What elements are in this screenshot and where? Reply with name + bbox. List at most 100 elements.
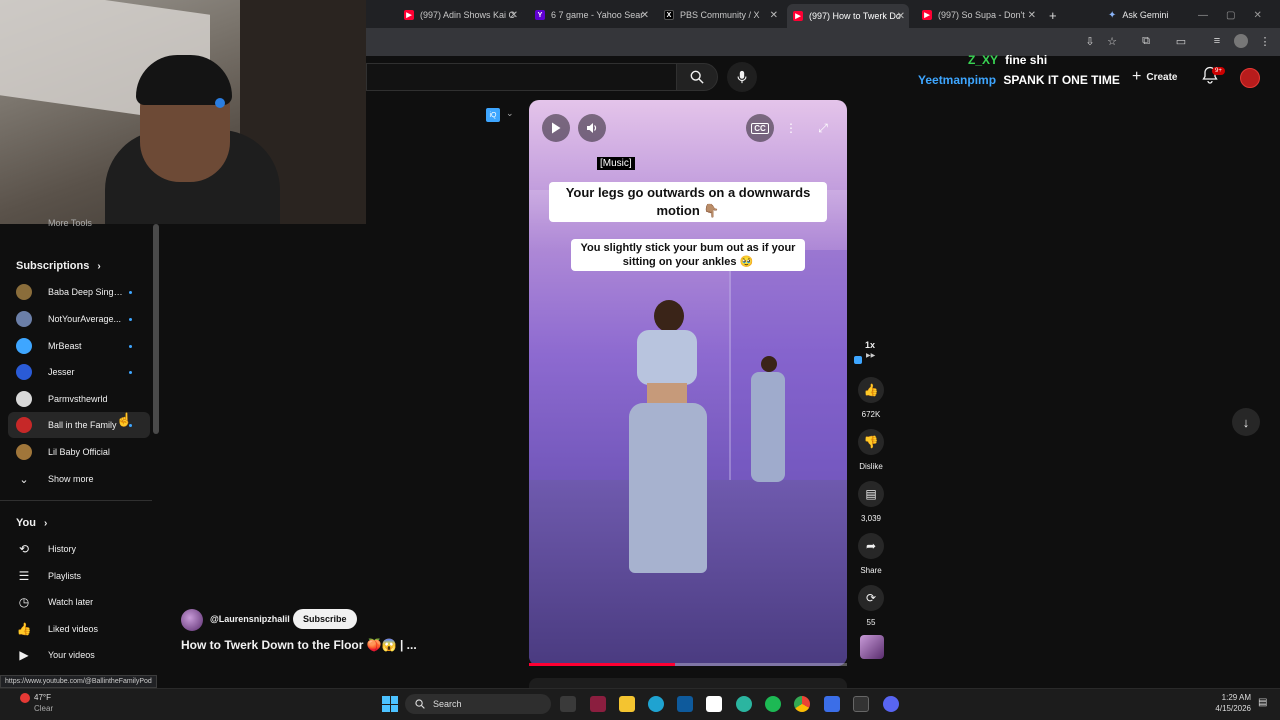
more-options-button[interactable]: ⋮ xyxy=(777,114,805,142)
dancer-top xyxy=(637,330,697,385)
comment-count: 3,039 xyxy=(860,514,882,523)
profile-icon[interactable] xyxy=(1234,34,1248,48)
sidebar-item-notyouraverage[interactable]: NotYourAverage... xyxy=(0,306,150,332)
voice-search-button[interactable] xyxy=(727,62,757,92)
search-button[interactable] xyxy=(676,63,718,91)
sidebar-item-parmvsthewrld[interactable]: Parmvsthewrld xyxy=(0,386,150,412)
earbud xyxy=(215,98,225,108)
chatgpt-icon[interactable] xyxy=(736,696,752,712)
channel-avatar xyxy=(16,284,32,300)
mirror xyxy=(729,250,847,490)
sidebar-item-history[interactable]: ⟲ History xyxy=(0,536,150,562)
game-app-icon[interactable] xyxy=(590,696,606,712)
channel-handle[interactable]: @Laurensnipzhalil xyxy=(210,614,290,624)
spotify-icon[interactable] xyxy=(765,696,781,712)
video-progress-fill xyxy=(529,663,675,666)
subscribe-button[interactable]: Subscribe xyxy=(293,609,357,629)
close-tab-icon[interactable]: ✕ xyxy=(770,10,778,21)
channel-avatar xyxy=(16,391,32,407)
like-button[interactable]: 👍 xyxy=(858,377,884,403)
search-input[interactable] xyxy=(366,63,676,91)
sidebar-item-more-tools[interactable]: More Tools xyxy=(0,218,150,238)
remix-icon: ⟳ xyxy=(865,591,877,605)
share-button[interactable]: ➦ xyxy=(858,533,884,559)
app-icon[interactable] xyxy=(824,696,840,712)
close-tab-icon[interactable]: ✕ xyxy=(897,11,905,22)
captions-button[interactable]: CC xyxy=(746,114,774,142)
dislike-button[interactable]: 👎 xyxy=(858,429,884,455)
next-video-button[interactable]: ↓ xyxy=(1232,408,1260,436)
discord-icon[interactable] xyxy=(883,696,899,712)
close-tab-icon[interactable]: ✕ xyxy=(510,10,518,21)
bookmark-star-icon[interactable]: ☆ xyxy=(1105,34,1119,48)
notification-center-icon[interactable]: ▤ xyxy=(1258,697,1270,709)
create-button[interactable]: + Create xyxy=(1132,66,1177,88)
chevron-down-icon[interactable]: ⌄ xyxy=(506,108,514,119)
like-icon: 👍 xyxy=(16,622,32,636)
window-controls[interactable]: — ▢ ✕ xyxy=(1198,4,1268,26)
sidebar-item-watch-later[interactable]: ◷ Watch later xyxy=(0,589,150,615)
tab-pbs-x[interactable]: X PBS Community / X ✕ xyxy=(664,4,778,26)
volume-button[interactable] xyxy=(578,114,606,142)
tab-how-to-twerk[interactable]: ▶ (997) How to Twerk Do ✕ xyxy=(787,4,909,28)
windows-start-icon[interactable] xyxy=(382,696,398,712)
install-icon[interactable]: ⇩ xyxy=(1083,34,1097,48)
channel-avatar[interactable] xyxy=(181,609,203,631)
nba-icon[interactable] xyxy=(706,696,722,712)
task-view-icon[interactable] xyxy=(560,696,576,712)
sidebar-item-lil-baby[interactable]: Lil Baby Official xyxy=(0,439,150,465)
obs-icon[interactable] xyxy=(853,696,869,712)
maximize-icon[interactable]: ▢ xyxy=(1226,10,1235,21)
media-controls-icon[interactable]: ≡ xyxy=(1210,34,1224,48)
minimize-icon[interactable]: — xyxy=(1198,10,1208,21)
tab-so-supa[interactable]: ▶ (997) So Supa - Don't ✕ xyxy=(922,4,1036,26)
file-explorer-icon[interactable] xyxy=(619,696,635,712)
tab-adin-shows[interactable]: ▶ (997) Adin Shows Kai C ✕ xyxy=(404,4,518,26)
taskbar-date[interactable]: 4/15/2026 xyxy=(1193,704,1251,713)
weather-temp[interactable]: 47°F xyxy=(34,693,51,702)
you-heading[interactable]: You › xyxy=(16,517,47,529)
sidebar-item-your-videos[interactable]: ▶ Your videos xyxy=(0,642,150,668)
store-icon[interactable] xyxy=(677,696,693,712)
account-avatar[interactable] xyxy=(1240,68,1260,88)
tab-yahoo[interactable]: Y 6 7 game - Yahoo Sear ✕ xyxy=(535,4,649,26)
video-title[interactable]: How to Twerk Down to the Floor 🍑😱 | ... xyxy=(181,638,417,652)
sidebar-item-jesser[interactable]: Jesser xyxy=(0,359,150,385)
new-content-dot xyxy=(129,344,132,348)
reflection-head xyxy=(761,356,777,372)
close-window-icon[interactable]: ✕ xyxy=(1253,10,1261,21)
playback-speed[interactable]: 1x xyxy=(865,340,875,350)
taskbar-search[interactable]: Search xyxy=(405,694,551,714)
taskbar-time[interactable]: 1:29 AM xyxy=(1193,693,1251,702)
comments-button[interactable]: ▤ xyxy=(858,481,884,507)
ask-gemini-button[interactable]: ✦ Ask Gemini xyxy=(1108,4,1188,26)
sidebar-item-playlists[interactable]: ☰ Playlists xyxy=(0,563,150,589)
extensions-icon[interactable]: ⧉ xyxy=(1139,34,1153,48)
sidebar-item-liked-videos[interactable]: 👍 Liked videos xyxy=(0,616,150,642)
close-tab-icon[interactable]: ✕ xyxy=(641,10,649,21)
next-short-preview[interactable] xyxy=(529,678,847,688)
sidebar-item-baba-deep-singh[interactable]: Baba Deep Singh... xyxy=(0,279,150,305)
thumbs-down-icon: 👎 xyxy=(863,435,879,449)
new-content-dot xyxy=(129,317,132,321)
edge-icon[interactable] xyxy=(648,696,664,712)
chrome-icon[interactable] xyxy=(794,696,810,712)
subscriptions-heading[interactable]: Subscriptions › xyxy=(16,260,101,272)
new-tab-button[interactable]: + xyxy=(1049,4,1063,26)
close-tab-icon[interactable]: ✕ xyxy=(1028,10,1036,21)
sound-thumbnail[interactable] xyxy=(860,635,884,659)
remix-button[interactable]: ⟳ xyxy=(858,585,884,611)
weather-alert-icon[interactable] xyxy=(20,693,30,703)
play-button[interactable] xyxy=(542,114,570,142)
youtube-icon: ▶ xyxy=(922,10,932,20)
sidebar-item-mrbeast[interactable]: MrBeast xyxy=(0,333,150,359)
sidepanel-icon[interactable]: ▭ xyxy=(1174,34,1188,48)
playlists-icon: ☰ xyxy=(18,569,30,583)
menu-dots-icon[interactable]: ⋮ xyxy=(1258,34,1272,48)
show-more-button[interactable]: ⌄ Show more xyxy=(0,466,150,492)
sidebar-scrollbar[interactable] xyxy=(153,224,159,434)
extension-badge-icon[interactable]: iQ xyxy=(486,108,500,122)
youtube-icon: ▶ xyxy=(793,11,803,21)
share-label: Share xyxy=(860,566,882,575)
fullscreen-button[interactable]: ⤢ xyxy=(809,114,837,142)
